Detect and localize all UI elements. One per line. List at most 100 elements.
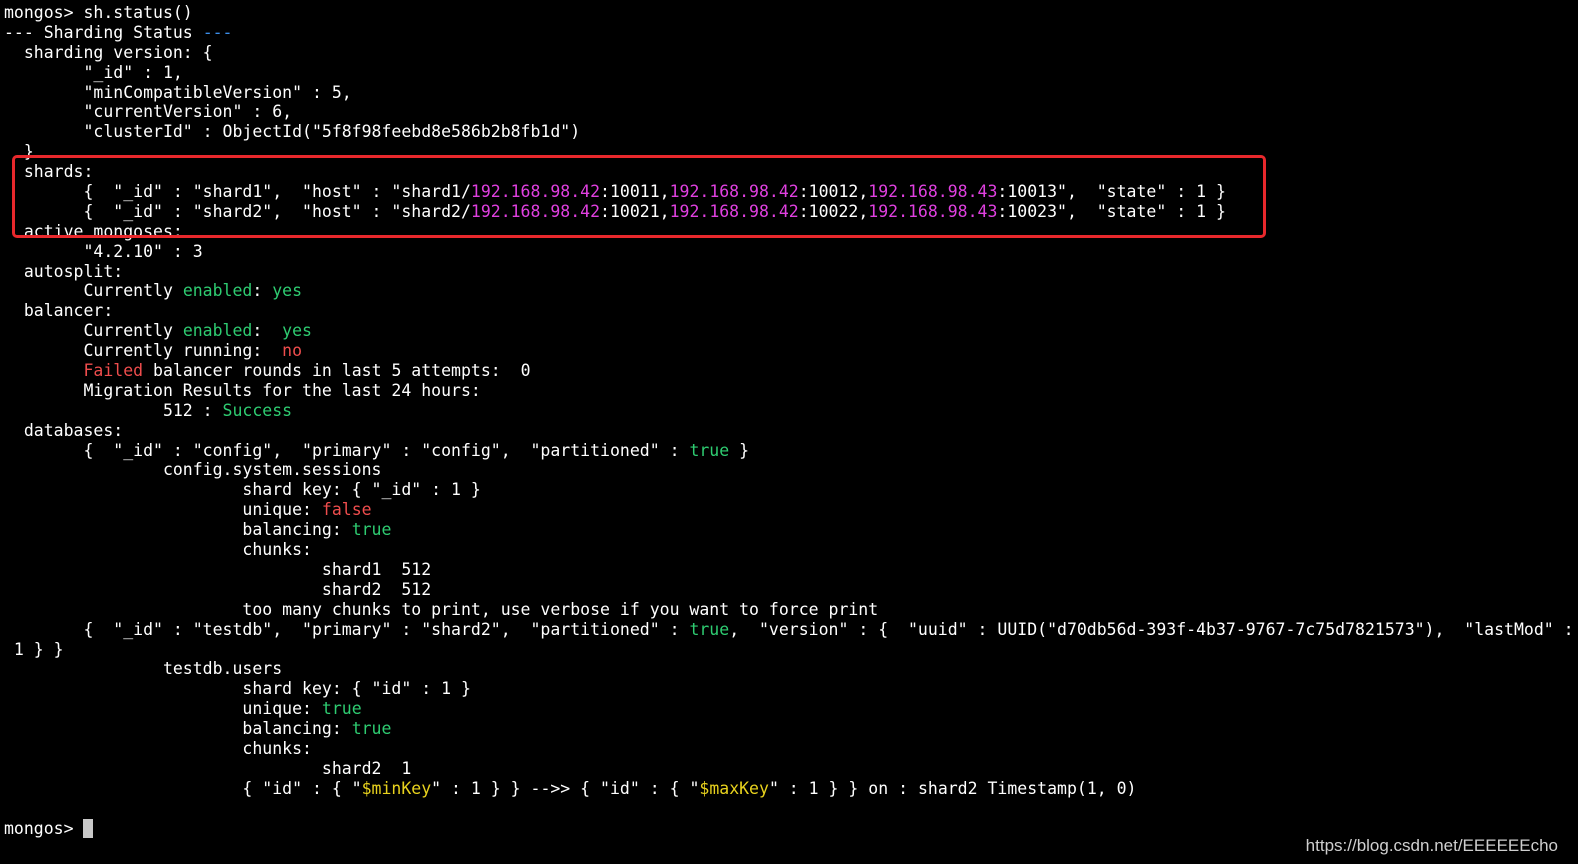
terminal-text-segment: : xyxy=(252,281,273,301)
terminal-text-segment: 192.168.98.43 xyxy=(868,182,998,202)
terminal-line: { "_id" : "config", "primary" : "config"… xyxy=(0,441,1578,461)
terminal-line: chunks: xyxy=(0,739,1578,759)
terminal-line: autosplit: xyxy=(0,262,1578,282)
terminal-line: shard1 512 xyxy=(0,560,1578,580)
terminal-line: { "id" : { "$minKey" : 1 } } -->> { "id"… xyxy=(0,779,1578,799)
terminal-text-segment: unique: xyxy=(4,699,322,719)
terminal-text-segment: databases: xyxy=(4,420,124,440)
terminal-text-segment: enabled xyxy=(182,321,253,341)
terminal-text-segment: mongos> sh.status() xyxy=(4,3,193,22)
terminal-window[interactable]: mongos> sh.status() --- Sharding Status -… xyxy=(0,0,1578,864)
terminal-text-segment: config.system.sessions xyxy=(4,460,382,480)
terminal-text-segment: Failed xyxy=(83,361,144,381)
terminal-line: "clusterId" : ObjectId("5f8f98feebd8e586… xyxy=(0,122,1578,142)
terminal-line: too many chunks to print, use verbose if… xyxy=(0,600,1578,620)
terminal-text-segment: chunks: xyxy=(4,540,312,560)
terminal-line: 512 : Success xyxy=(0,401,1578,421)
terminal-line: Currently enabled: yes xyxy=(0,321,1578,341)
terminal-text-segment: active mongoses: xyxy=(4,221,183,241)
terminal-text-segment: true xyxy=(351,520,392,540)
terminal-text-segment: --- Sharding Status xyxy=(4,22,203,42)
terminal-line: mongos> sh.status() xyxy=(0,3,1578,23)
terminal-text-segment: shard2 512 xyxy=(4,579,432,599)
terminal-line: balancing: true xyxy=(0,719,1578,739)
terminal-text-segment: balancer rounds in last 5 attempts: 0 xyxy=(143,361,531,381)
terminal-line: "currentVersion" : 6, xyxy=(0,102,1578,122)
terminal-text-segment: enabled xyxy=(182,281,253,301)
terminal-text-segment: { "_id" : "shard2", "host" : "shard2/ xyxy=(4,201,471,221)
terminal-text-segment: { "_id" : "testdb", "primary" : "shard2"… xyxy=(4,619,690,639)
terminal-line: chunks: xyxy=(0,540,1578,560)
terminal-text-segment: true xyxy=(351,719,392,739)
terminal-line: config.system.sessions xyxy=(0,460,1578,480)
terminal-text-segment: :10011, xyxy=(600,182,670,202)
terminal-text-segment: :10021, xyxy=(600,201,670,221)
terminal-text-segment: "4.2.10" : 3 xyxy=(4,241,203,261)
terminal-line: "4.2.10" : 3 xyxy=(0,242,1578,262)
terminal-text-segment: : xyxy=(252,321,283,341)
terminal-text-segment: shard1 512 xyxy=(4,559,432,579)
terminal-text-segment: " : 1 } } -->> { "id" : { " xyxy=(431,778,700,798)
terminal-line: sharding version: { xyxy=(0,43,1578,63)
terminal-text-segment: shard key: { "_id" : 1 } xyxy=(4,480,481,500)
terminal-text-segment: --- xyxy=(202,22,233,42)
terminal-text-segment: :10013", "state" : 1 } xyxy=(997,182,1226,202)
terminal-text-segment: { "_id" : "config", "primary" : "config"… xyxy=(4,440,690,460)
terminal-text-segment: balancing: xyxy=(4,520,352,540)
terminal-line: Failed balancer rounds in last 5 attempt… xyxy=(0,361,1578,381)
terminal-line: shard2 512 xyxy=(0,580,1578,600)
terminal-text-segment: shard key: { "id" : 1 } xyxy=(4,679,471,699)
terminal-text-segment: } xyxy=(4,142,34,162)
terminal-text-segment: :10022, xyxy=(798,201,869,221)
terminal-text-segment: 1 } } xyxy=(4,639,64,659)
terminal-text-segment: Success xyxy=(222,400,293,420)
terminal-text-segment: 192.168.98.42 xyxy=(470,201,601,221)
terminal-text-segment: Migration Results for the last 24 hours: xyxy=(4,380,481,400)
terminal-line: shard2 1 xyxy=(0,759,1578,779)
terminal-text-segment: yes xyxy=(272,281,303,301)
terminal-line: Currently enabled: yes xyxy=(0,281,1578,301)
terminal-line: testdb.users xyxy=(0,659,1578,679)
terminal-text-segment: too many chunks to print, use verbose if… xyxy=(4,599,879,619)
terminal-text-segment: Currently running: xyxy=(4,341,283,361)
terminal-line: shard key: { "_id" : 1 } xyxy=(0,480,1578,500)
terminal-line: shard key: { "id" : 1 } xyxy=(0,679,1578,699)
terminal-text-segment: { "id" : { " xyxy=(4,778,362,798)
terminal-line: databases: xyxy=(0,421,1578,441)
terminal-text-segment: "_id" : 1, xyxy=(4,62,183,82)
terminal-text-segment: { "_id" : "shard1", "host" : "shard1/ xyxy=(4,182,471,202)
terminal-text-segment: " : 1 } } on : shard2 Timestamp(1, 0) xyxy=(768,778,1137,798)
terminal-line: "minCompatibleVersion" : 5, xyxy=(0,83,1578,103)
terminal-line: active mongoses: xyxy=(0,222,1578,242)
terminal-line: unique: true xyxy=(0,699,1578,719)
terminal-line: Migration Results for the last 24 hours: xyxy=(0,381,1578,401)
terminal-text-segment: sharding version: { xyxy=(4,42,213,62)
terminal-line: --- Sharding Status --- xyxy=(0,23,1578,43)
terminal-text-segment: mongos> xyxy=(4,818,84,838)
terminal-text-segment: } xyxy=(729,440,750,460)
terminal-line: Currently running: no xyxy=(0,341,1578,361)
terminal-text-segment: :10023", "state" : 1 } xyxy=(997,201,1226,221)
terminal-text-segment: balancer: xyxy=(4,301,114,321)
watermark-text: https://blog.csdn.net/EEEEEEcho xyxy=(1305,836,1558,856)
terminal-text-segment: false xyxy=(321,500,372,520)
terminal-text-segment: "currentVersion" : 6, xyxy=(4,102,293,122)
terminal-text-segment: no xyxy=(282,341,303,361)
terminal-line: unique: false xyxy=(0,500,1578,520)
terminal-text-segment: "minCompatibleVersion" : 5, xyxy=(4,82,352,102)
terminal-text-segment: autosplit: xyxy=(4,261,124,281)
terminal-text-segment: :10012, xyxy=(798,182,869,202)
terminal-text-segment: shard2 1 xyxy=(4,758,412,778)
terminal-line: "_id" : 1, xyxy=(0,63,1578,83)
terminal-line: { "_id" : "shard2", "host" : "shard2/192… xyxy=(0,202,1578,222)
terminal-line: } xyxy=(0,142,1578,162)
terminal-text-segment: balancing: xyxy=(4,719,352,739)
terminal-line: 1 } } xyxy=(0,640,1578,660)
terminal-text-segment: testdb.users xyxy=(4,659,283,679)
terminal-text-segment: unique: xyxy=(4,500,322,520)
terminal-text-segment: 512 : xyxy=(4,400,223,420)
terminal-text-segment: 192.168.98.42 xyxy=(470,182,601,202)
terminal-text-segment: true xyxy=(689,619,730,639)
text-cursor xyxy=(83,818,94,838)
